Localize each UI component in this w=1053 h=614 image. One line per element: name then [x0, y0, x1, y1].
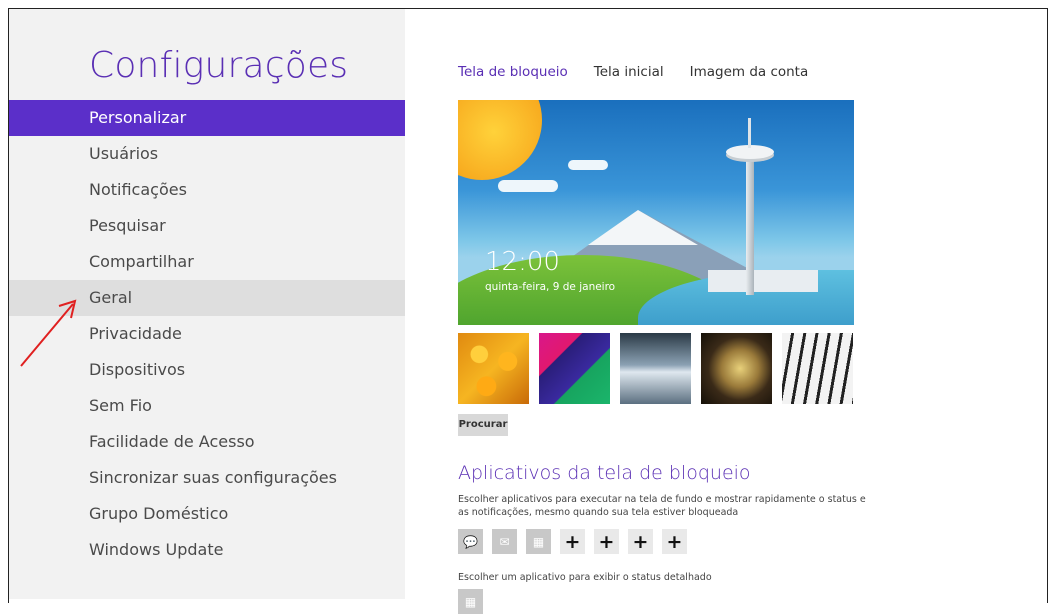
cloud-illustration — [498, 180, 558, 192]
sun-illustration — [458, 100, 542, 180]
nav-item-grupo-domestico[interactable]: Grupo Doméstico — [9, 496, 405, 532]
lock-apps-slots: 💬 ✉ ▦ + + + + — [458, 529, 687, 554]
annotation-arrow-icon — [20, 299, 77, 367]
lock-apps-title: Aplicativos da tela de bloqueio — [458, 462, 751, 484]
add-app-plus-icon[interactable]: + — [628, 529, 653, 554]
add-app-plus-icon[interactable]: + — [594, 529, 619, 554]
tab-bar: Tela de bloqueio Tela inicial Imagem da … — [458, 64, 834, 80]
background-thumb-geometric[interactable] — [539, 333, 610, 404]
nav-item-sem-fio[interactable]: Sem Fio — [9, 388, 405, 424]
background-thumb-piano[interactable] — [782, 333, 853, 404]
browse-button[interactable]: Procurar — [458, 414, 508, 436]
tab-lock-screen[interactable]: Tela de bloqueio — [458, 64, 568, 80]
background-thumb-nautilus[interactable] — [701, 333, 772, 404]
city-illustration — [708, 270, 818, 292]
lock-apps-description: Escolher aplicativos para executar na te… — [458, 494, 866, 518]
snowcap-illustration — [588, 210, 698, 245]
cloud-illustration — [568, 160, 608, 170]
detail-status-label: Escolher um aplicativo para exibir o sta… — [458, 572, 712, 583]
settings-content: Tela de bloqueio Tela inicial Imagem da … — [405, 9, 1045, 614]
nav-item-notificacoes[interactable]: Notificações — [9, 172, 405, 208]
add-app-plus-icon[interactable]: + — [662, 529, 687, 554]
background-thumb-tunnel[interactable] — [620, 333, 691, 404]
detail-app-calendar-icon[interactable]: ▦ — [458, 589, 483, 614]
add-app-plus-icon[interactable]: + — [560, 529, 585, 554]
calendar-icon[interactable]: ▦ — [526, 529, 551, 554]
space-needle-illustration — [746, 155, 754, 295]
tab-start-screen[interactable]: Tela inicial — [594, 64, 664, 80]
page-title: Configurações — [89, 45, 349, 86]
nav-item-pesquisar[interactable]: Pesquisar — [9, 208, 405, 244]
background-thumbnails — [458, 333, 853, 404]
nav-item-facilidade-de-acesso[interactable]: Facilidade de Acesso — [9, 424, 405, 460]
mail-icon[interactable]: ✉ — [492, 529, 517, 554]
lock-screen-preview: 12:00 quinta-feira, 9 de janeiro — [458, 100, 854, 325]
message-icon[interactable]: 💬 — [458, 529, 483, 554]
nav-item-usuarios[interactable]: Usuários — [9, 136, 405, 172]
nav-item-compartilhar[interactable]: Compartilhar — [9, 244, 405, 280]
background-thumb-honeycomb[interactable] — [458, 333, 529, 404]
lock-time: 12:00 — [485, 247, 560, 277]
tab-account-picture[interactable]: Imagem da conta — [690, 64, 809, 80]
space-needle-spire — [748, 118, 751, 148]
nav-item-windows-update[interactable]: Windows Update — [9, 532, 405, 568]
lock-date: quinta-feira, 9 de janeiro — [485, 281, 616, 293]
nav-item-personalizar[interactable]: Personalizar — [9, 100, 405, 136]
nav-item-sincronizar[interactable]: Sincronizar suas configurações — [9, 460, 405, 496]
